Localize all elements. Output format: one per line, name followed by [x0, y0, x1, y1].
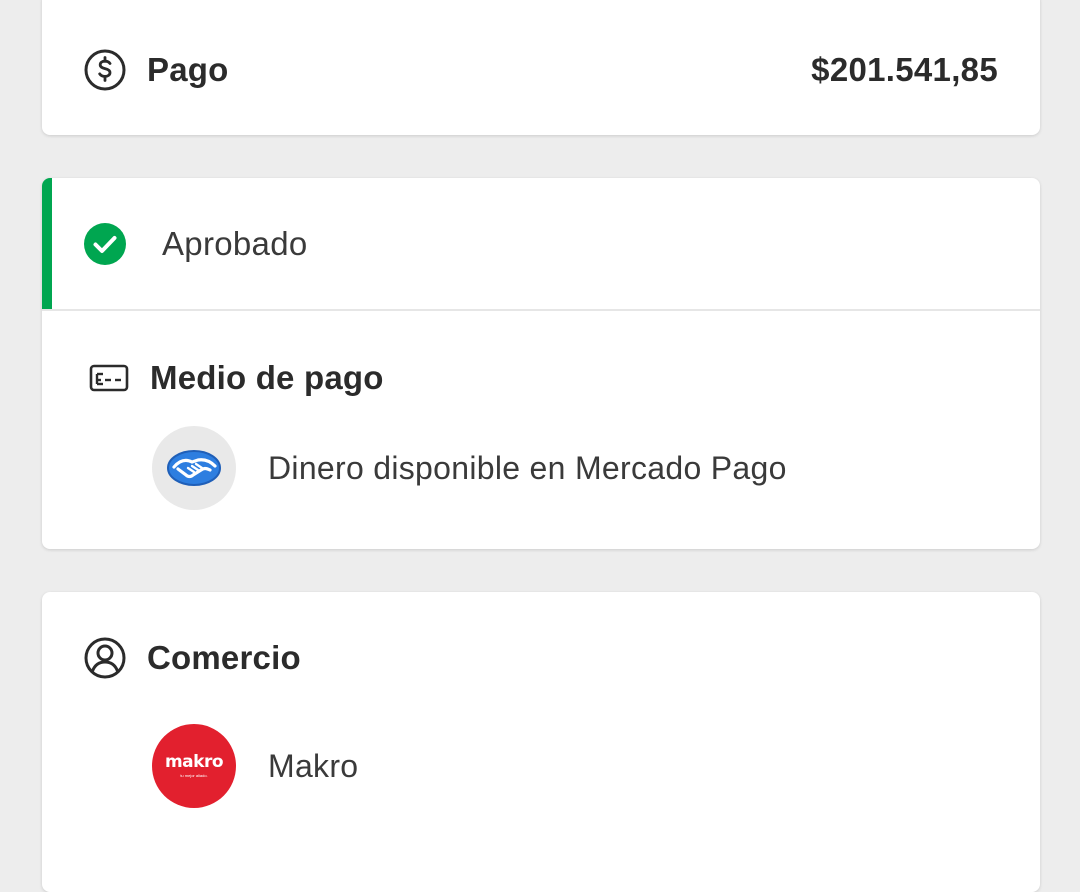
- status-divider: [42, 309, 1040, 311]
- payment-label: Pago: [147, 51, 229, 88]
- payment-row: Pago $201.541,85: [42, 40, 1040, 100]
- makro-logo: makro tu mejor aliado.: [152, 724, 236, 808]
- makro-logo-text: makro: [164, 752, 224, 772]
- payment-card: Pago $201.541,85: [42, 0, 1040, 135]
- mercado-pago-logo: [152, 426, 236, 510]
- payment-method-name: Dinero disponible en Mercado Pago: [268, 449, 787, 486]
- merchant-row: makro tu mejor aliado. Makro: [42, 724, 1040, 808]
- status-card: Aprobado Medio de pago Dinero disponible…: [42, 178, 1040, 549]
- merchant-name: Makro: [268, 747, 359, 784]
- merchant-header: Comercio: [42, 628, 1040, 688]
- payment-method-header: Medio de pago: [42, 348, 1040, 408]
- payment-amount: $201.541,85: [811, 51, 998, 88]
- payment-method-row: Dinero disponible en Mercado Pago: [42, 426, 1040, 510]
- check-circle-icon: [83, 222, 127, 266]
- merchant-title: Comercio: [147, 639, 301, 676]
- makro-logo-tagline: tu mejor aliado.: [180, 773, 208, 778]
- dollar-circle-icon: [83, 48, 127, 92]
- user-circle-icon: [83, 636, 127, 680]
- mercado-pago-handshake-icon: [167, 450, 221, 486]
- credit-card-icon: [89, 363, 129, 393]
- payment-method-title: Medio de pago: [150, 359, 384, 396]
- status-row: Aprobado: [42, 214, 1040, 274]
- status-label: Aprobado: [162, 225, 308, 262]
- merchant-card: Comercio makro tu mejor aliado. Makro: [42, 592, 1040, 892]
